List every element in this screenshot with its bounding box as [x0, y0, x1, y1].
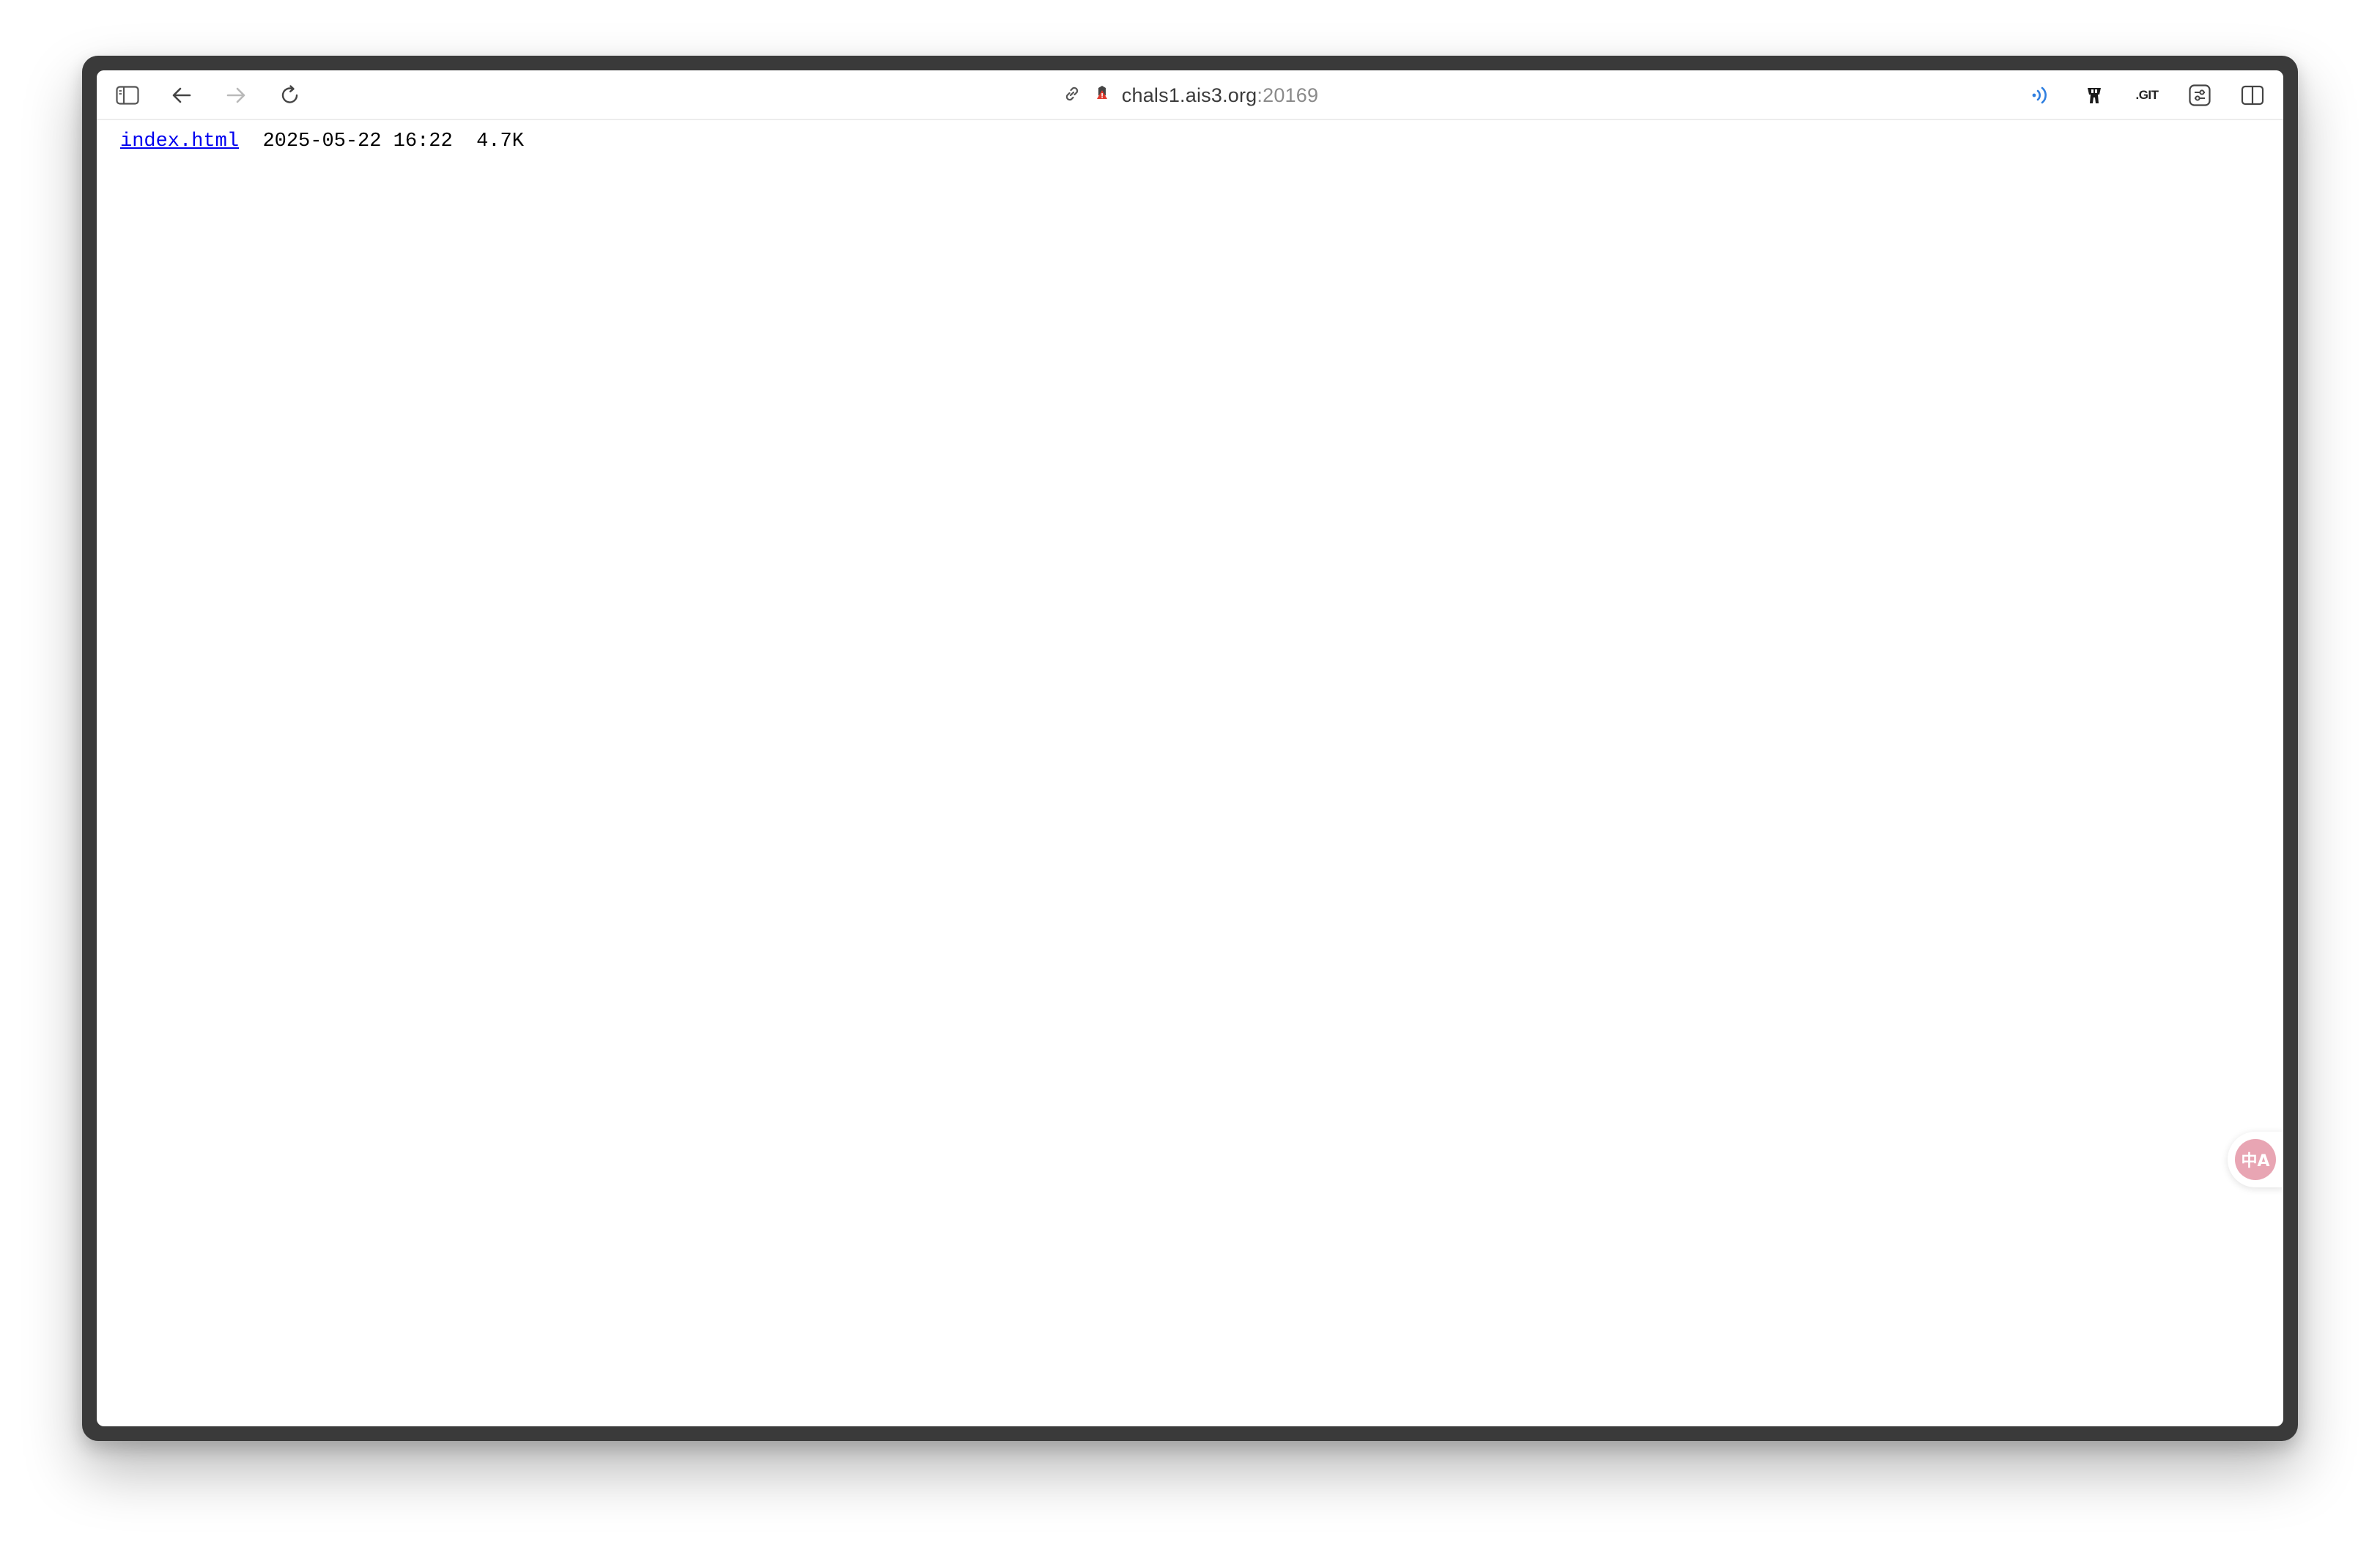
link-icon: [1062, 84, 1082, 108]
url-port: :20169: [1257, 84, 1319, 106]
extension-button[interactable]: [2080, 81, 2109, 110]
file-link-index-html[interactable]: index.html: [120, 130, 239, 152]
directory-listing: index.html 2025-05-22 16:22 4.7K: [120, 130, 524, 152]
git-extension-button[interactable]: .GIT: [2132, 81, 2162, 110]
split-view-button[interactable]: [2238, 81, 2267, 110]
reader-audio-button[interactable]: [2027, 81, 2056, 110]
settings-icon: [2189, 84, 2211, 106]
reader-audio-icon: [2032, 86, 2047, 104]
translate-icon: 中A: [2235, 1139, 2276, 1180]
file-size: 4.7K: [476, 130, 524, 152]
git-extension-label: .GIT: [2135, 88, 2159, 102]
file-date: 2025-05-22 16:22: [262, 130, 453, 152]
desktop-background: chals1.ais3.org:20169 .GIT index.html 20…: [0, 0, 2380, 1548]
privacy-report-icon[interactable]: [1093, 84, 1112, 108]
browser-toolbar: chals1.ais3.org:20169 .GIT: [97, 70, 2283, 120]
translate-floating-button[interactable]: 中A: [2228, 1132, 2283, 1187]
address-bar[interactable]: chals1.ais3.org:20169: [97, 81, 2283, 110]
extension-icon: [2088, 88, 2101, 103]
browser-window: chals1.ais3.org:20169 .GIT index.html 20…: [97, 70, 2283, 1426]
url-host: chals1.ais3.org: [1121, 84, 1257, 106]
browser-window-frame: chals1.ais3.org:20169 .GIT index.html 20…: [82, 56, 2298, 1441]
settings-button[interactable]: [2185, 81, 2214, 110]
page-content: index.html 2025-05-22 16:22 4.7K 中A: [97, 120, 2283, 1426]
url-text: chals1.ais3.org:20169: [1122, 84, 1318, 107]
split-view-icon: [2241, 85, 2264, 106]
